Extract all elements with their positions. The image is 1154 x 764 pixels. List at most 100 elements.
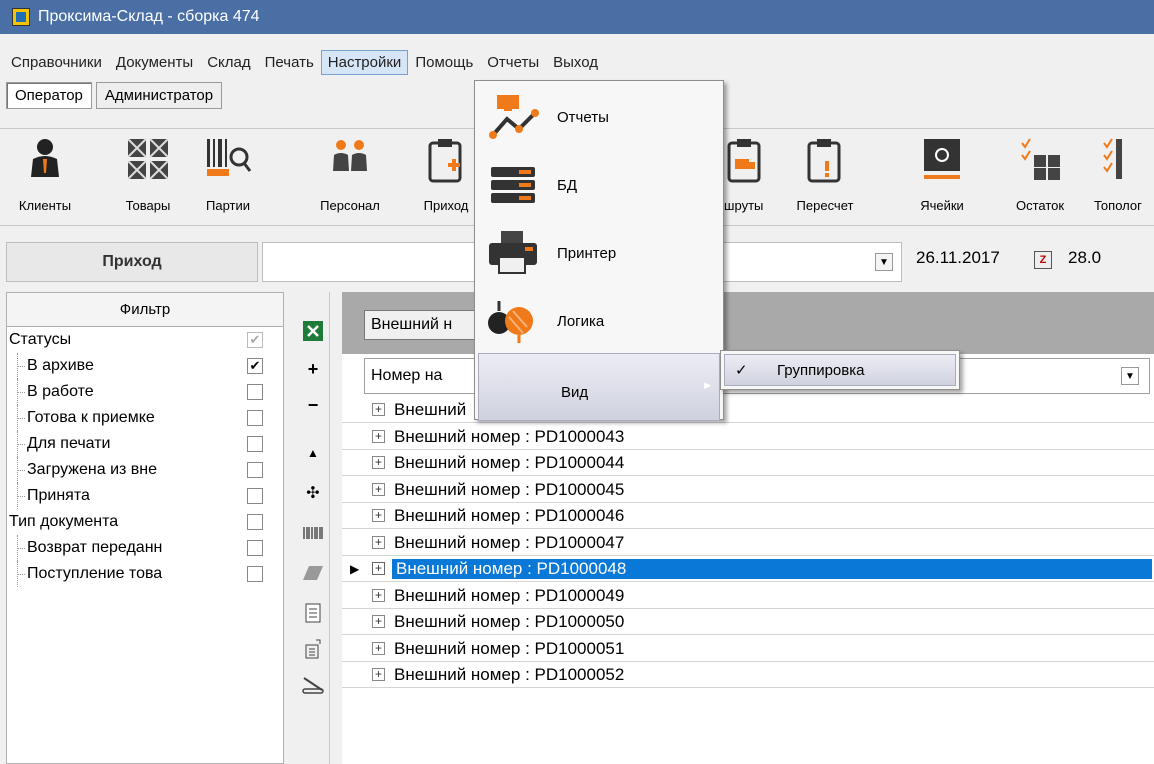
filter-checkbox[interactable]: ✔ xyxy=(247,332,263,348)
add-icon[interactable]: + xyxy=(300,356,326,382)
filter-row[interactable]: Возврат переданн xyxy=(7,535,283,561)
barcode-icon[interactable] xyxy=(300,520,326,546)
filter-row[interactable]: Статусы ✔ xyxy=(7,327,283,353)
grouping-menu-item[interactable]: ✓ Группировка xyxy=(724,354,956,386)
personnel-button[interactable]: Персонал xyxy=(310,133,390,221)
clipboard-plus-icon xyxy=(428,139,462,183)
recount-button[interactable]: Пересчет xyxy=(790,133,860,221)
filter-row[interactable]: Поступление това xyxy=(7,561,283,587)
group-row-label: Внешний номер : PD1000047 xyxy=(394,532,625,552)
table-row[interactable]: + Внешний номер : PD1000043 xyxy=(342,423,1154,450)
scanner-icon[interactable] xyxy=(300,672,326,698)
row-indicator-icon: ▶ xyxy=(350,562,360,576)
menu-help[interactable]: Помощь xyxy=(408,50,480,75)
menu-reports[interactable]: Отчеты xyxy=(480,50,546,75)
chevron-down-icon[interactable]: ▼ xyxy=(875,253,893,271)
title-bar: Проксима-Склад - сборка 474 xyxy=(0,0,1154,34)
filter-checkbox[interactable] xyxy=(247,514,263,530)
filter-row-label: Готова к приемке xyxy=(27,409,155,426)
filter-checkbox[interactable] xyxy=(247,540,263,556)
settings-printer-item[interactable]: Принтер xyxy=(475,219,723,287)
group-row-label: Внешний номер : PD1000051 xyxy=(394,638,625,658)
tree-branch xyxy=(17,548,25,549)
filter-checkbox[interactable] xyxy=(247,384,263,400)
filter-checkbox[interactable] xyxy=(247,488,263,504)
receipt-button[interactable]: Приход xyxy=(416,133,476,221)
expand-icon[interactable]: + xyxy=(372,403,385,416)
menu-exit[interactable]: Выход xyxy=(546,50,605,75)
filter-row[interactable]: В архиве ✔ xyxy=(7,353,283,379)
admin-mode-button[interactable]: Администратор xyxy=(95,82,223,109)
menu-settings[interactable]: Настройки xyxy=(320,49,409,75)
settings-db-item[interactable]: БД xyxy=(475,151,723,219)
settings-view-item[interactable]: Вид ▶ xyxy=(478,353,720,421)
table-row[interactable]: + Внешний номер : PD1000047 xyxy=(342,529,1154,556)
eraser-icon[interactable] xyxy=(300,560,326,586)
filter-row[interactable]: В работе xyxy=(7,379,283,405)
settings-reports-item[interactable]: Отчеты xyxy=(475,83,723,151)
calculator-icon[interactable] xyxy=(300,636,326,662)
goods-button[interactable]: Товары xyxy=(122,133,174,221)
expand-icon[interactable]: + xyxy=(372,615,385,628)
stock-button[interactable]: Остаток xyxy=(1006,133,1074,221)
filter-row[interactable]: Готова к приемке xyxy=(7,405,283,431)
arrow-up-icon[interactable]: ▲ xyxy=(300,440,326,466)
filter-row-label: В архиве xyxy=(27,357,94,374)
operator-mode-button[interactable]: Оператор xyxy=(6,82,92,109)
filter-checkbox[interactable] xyxy=(247,566,263,582)
filter-row-label: Загружена из вне xyxy=(27,461,158,478)
filter-checkbox[interactable] xyxy=(247,436,263,452)
expand-icon[interactable]: + xyxy=(372,456,385,469)
expand-icon[interactable]: + xyxy=(372,562,385,575)
table-row[interactable]: + Внешний номер : PD1000045 xyxy=(342,476,1154,503)
expand-icon[interactable]: + xyxy=(372,482,385,496)
table-row[interactable]: + Внешний номер : PD1000046 xyxy=(342,502,1154,529)
table-row[interactable]: + Внешний номер : PD1000044 xyxy=(342,449,1154,476)
expand-icon[interactable]: + xyxy=(372,535,385,549)
clients-button[interactable]: Клиенты xyxy=(14,133,76,221)
cells-button[interactable]: Ячейки xyxy=(912,133,972,221)
menu-documents[interactable]: Документы xyxy=(109,50,200,75)
date-to-field[interactable]: 28.0 xyxy=(1068,248,1101,268)
tree-branch xyxy=(17,418,25,419)
date-from-field[interactable]: 26.11.2017 xyxy=(916,248,1000,268)
menu-warehouse[interactable]: Склад xyxy=(200,50,257,75)
filter-row[interactable]: Для печати xyxy=(7,431,283,457)
filter-checkbox[interactable] xyxy=(247,410,263,426)
filter-checkbox[interactable] xyxy=(247,462,263,478)
table-row[interactable]: ▶ + Внешний номер : PD1000048 xyxy=(342,555,1154,582)
group-row-label: Внешний номер : PD1000044 xyxy=(394,453,625,472)
expand-icon[interactable]: + xyxy=(372,509,385,522)
filter-row[interactable]: Загружена из вне xyxy=(7,457,283,483)
menu-directories[interactable]: Справочники xyxy=(4,50,109,75)
chevron-down-icon[interactable]: ▼ xyxy=(1121,367,1139,385)
batches-button[interactable]: Партии xyxy=(198,133,258,221)
expand-icon[interactable]: + xyxy=(372,668,385,681)
expand-icon[interactable]: + xyxy=(372,429,385,443)
tree-branch xyxy=(17,496,25,497)
filter-checkbox[interactable]: ✔ xyxy=(247,358,263,374)
printer-icon xyxy=(489,231,537,274)
cell-icon xyxy=(924,139,960,179)
filter-row[interactable]: Принята xyxy=(7,483,283,509)
clipboard-alert-icon xyxy=(807,139,841,183)
filter-row[interactable]: Тип документа xyxy=(7,509,283,535)
table-row[interactable]: + Внешний номер : PD1000051 xyxy=(342,635,1154,662)
expand-icon[interactable]: + xyxy=(372,588,385,602)
group-row-label: Внешний номер : PD1000046 xyxy=(394,506,625,525)
document-icon[interactable] xyxy=(300,600,326,626)
table-row[interactable]: + Внешний номер : PD1000049 xyxy=(342,582,1154,609)
group-row-label: Внешний xyxy=(394,400,467,419)
recycle-icon[interactable]: ✣ xyxy=(300,480,326,506)
settings-logic-item[interactable]: Логика xyxy=(475,287,723,355)
group-row-label: Внешний номер : PD1000050 xyxy=(394,612,625,631)
topology-button[interactable]: Тополог xyxy=(1094,133,1154,221)
expand-icon[interactable]: + xyxy=(372,641,385,655)
calendar-icon[interactable]: Z xyxy=(1034,251,1052,269)
table-row[interactable]: + Внешний номер : PD1000050 xyxy=(342,608,1154,635)
menu-print[interactable]: Печать xyxy=(258,50,321,75)
remove-icon[interactable]: − xyxy=(300,392,326,418)
table-row[interactable]: + Внешний номер : PD1000052 xyxy=(342,661,1154,688)
excel-icon[interactable] xyxy=(300,318,326,344)
table-row[interactable]: + Внешний xyxy=(342,396,1154,423)
